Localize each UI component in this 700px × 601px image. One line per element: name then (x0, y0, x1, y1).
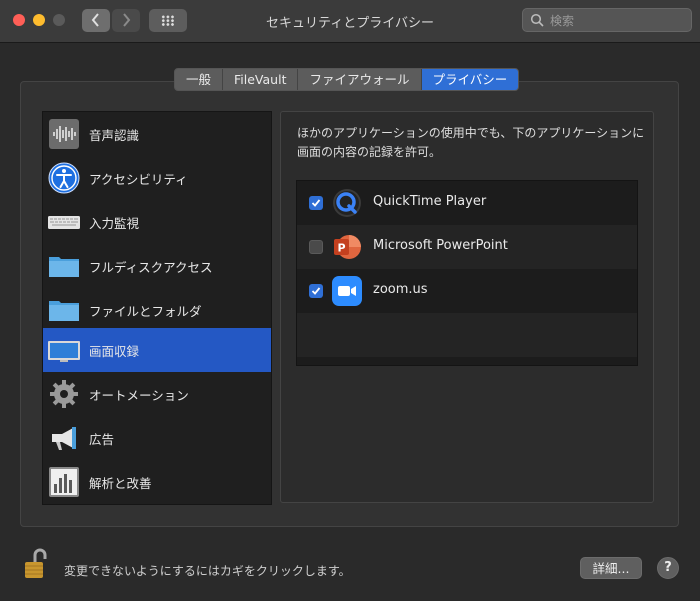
bar-chart-icon (49, 467, 79, 497)
quicktime-icon (333, 189, 361, 217)
sidebar-item-label: ファイルとフォルダ (89, 304, 202, 319)
lock-instruction-text: 変更できないようにするにはカギをクリックします。 (64, 564, 351, 578)
sidebar-item-screen-recording[interactable]: 画面収録 (43, 328, 271, 372)
sidebar-item-label: オートメーション (89, 388, 189, 403)
sidebar-item-label: 入力監視 (89, 216, 140, 231)
sidebar-item-speech-recognition[interactable]: 音声認識 (43, 112, 271, 156)
zoom-checkbox[interactable] (309, 284, 323, 298)
search-icon (530, 13, 544, 27)
waveform-icon (49, 119, 79, 149)
tab-general[interactable]: 一般 (175, 69, 224, 90)
app-row-powerpoint: P Microsoft PowerPoint (297, 225, 637, 269)
sidebar-item-label: 広告 (89, 432, 115, 447)
sidebar-item-label: 音声認識 (89, 128, 140, 143)
svg-text:P: P (337, 242, 345, 255)
sidebar-item-advertising[interactable]: 広告 (43, 416, 271, 460)
search-field[interactable] (522, 8, 692, 32)
app-row-quicktime: QuickTime Player (297, 181, 637, 225)
keyboard-icon (48, 216, 80, 229)
gear-icon (50, 380, 78, 408)
tab-filevault[interactable]: FileVault (223, 69, 299, 90)
quicktime-checkbox[interactable] (309, 196, 323, 210)
app-row-zoom: zoom.us (297, 269, 637, 313)
tab-firewall[interactable]: ファイアウォール (298, 69, 422, 90)
empty-list-row (297, 313, 637, 357)
sidebar-item-label: 解析と改善 (89, 476, 152, 491)
app-name: Microsoft PowerPoint (373, 238, 508, 253)
display-icon (48, 341, 80, 362)
sidebar-item-accessibility[interactable]: アクセシビリティ (43, 156, 271, 200)
tab-bar: 一般 FileVault ファイアウォール プライバシー (174, 68, 520, 91)
sidebar-item-input-monitoring[interactable]: 入力監視 (43, 200, 271, 244)
folder-icon (49, 301, 79, 321)
sidebar-item-files-and-folders[interactable]: ファイルとフォルダ (43, 288, 271, 332)
app-name: QuickTime Player (373, 194, 487, 209)
sidebar-item-full-disk-access[interactable]: フルディスクアクセス (43, 244, 271, 288)
folder-icon (49, 257, 79, 277)
sidebar-item-label: フルディスクアクセス (89, 260, 213, 275)
megaphone-icon (52, 427, 76, 450)
powerpoint-icon: P (334, 235, 361, 259)
unlocked-padlock-icon[interactable] (24, 548, 48, 580)
tab-privacy[interactable]: プライバシー (421, 69, 519, 90)
sidebar-item-automation[interactable]: オートメーション (43, 372, 271, 416)
checkmark-icon (311, 287, 321, 295)
advanced-button[interactable]: 詳細... (580, 557, 642, 579)
app-permission-list: QuickTime Player P Microsoft PowerPoint … (296, 180, 638, 366)
zoom-icon (332, 276, 362, 306)
powerpoint-checkbox[interactable] (309, 240, 323, 254)
help-button[interactable]: ? (657, 557, 679, 579)
sidebar-item-label: アクセシビリティ (89, 172, 188, 187)
search-input[interactable] (548, 11, 692, 31)
privacy-category-list: 音声認識 アクセシビリティ 入力監視 フルディスクアクセス ファイルとフォルダ … (42, 111, 272, 505)
checkmark-icon (311, 199, 321, 207)
sidebar-item-label: 画面収録 (89, 344, 140, 359)
accessibility-icon (48, 162, 80, 194)
title-bar: セキュリティとプライバシー (0, 0, 700, 43)
permission-description: ほかのアプリケーションの使用中でも、下のアプリケーションに画面の内容の記録を許可… (297, 126, 645, 159)
sidebar-item-analytics[interactable]: 解析と改善 (43, 460, 271, 504)
app-name: zoom.us (373, 282, 428, 297)
